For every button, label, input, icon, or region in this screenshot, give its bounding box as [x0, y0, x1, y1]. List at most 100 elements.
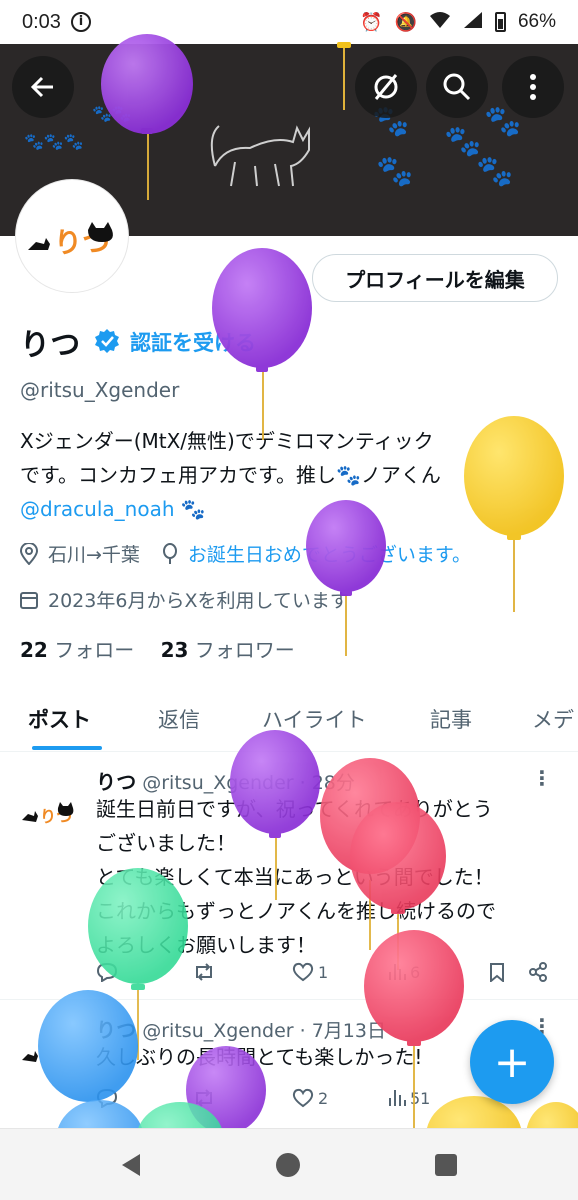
bookmark-button[interactable] [488, 962, 506, 982]
post-handle-time: @ritsu_Xgender · 28分 [142, 772, 355, 794]
views-chart-icon [389, 964, 406, 980]
post-handle-time: @ritsu_Xgender · 7月13日 [142, 1020, 386, 1042]
following-label: フォロー [54, 638, 135, 662]
bio-line: です。コンカフェ用アカです。推し🐾ノアくん [20, 463, 441, 487]
more-vertical-icon [530, 74, 536, 100]
profile-meta-joined: 2023年6月からXを利用しています [20, 586, 349, 613]
status-time: 0:03 [22, 10, 61, 33]
tab-posts[interactable]: ポスト [28, 704, 91, 734]
sync-off-icon [374, 74, 398, 100]
balloon-icon [162, 542, 177, 564]
sync-button[interactable] [355, 56, 417, 118]
repost-button[interactable] [192, 962, 216, 982]
more-button[interactable] [502, 56, 564, 118]
repost-icon [196, 963, 212, 981]
share-button[interactable] [528, 962, 548, 982]
active-tab-indicator [32, 746, 102, 750]
edit-profile-button[interactable]: プロフィールを編集 [312, 254, 558, 302]
followers-count: 23 [160, 638, 189, 662]
location-pin-icon [20, 542, 38, 565]
status-bar: 0:03 i ⏰ 🔕 66% [0, 0, 578, 44]
paw-icon: 🐾 [476, 154, 514, 189]
tab-replies[interactable]: 返信 [158, 704, 200, 734]
profile-name: りつ [20, 328, 81, 363]
bio-paw: 🐾 [180, 497, 206, 521]
follow-stats: 22 フォロー 23 フォロワー [20, 634, 295, 663]
share-icon [529, 962, 547, 982]
post-author: りつ [96, 1018, 137, 1042]
post-header: りつ @ritsu_Xgender · 28分 [96, 766, 355, 795]
reply-button[interactable] [96, 962, 118, 982]
post-text: 誕生日前日ですが、祝ってくれてありがとう ございました！ とても楽しくて本当にあ… [96, 792, 556, 962]
reply-button[interactable] [96, 1088, 118, 1108]
post-line: 誕生日前日ですが、祝ってくれてありがとう [96, 797, 493, 821]
alarm-icon: ⏰ [360, 11, 383, 33]
repost-icon [196, 1089, 212, 1107]
heart-icon [292, 1088, 314, 1108]
post-item[interactable]: りつ りつ @ritsu_Xgender · 28分 ⋮ 誕生日前日ですが、祝っ… [0, 752, 578, 1000]
profile-avatar[interactable]: り つ [16, 180, 128, 292]
cat-drawing-icon [210, 125, 310, 187]
search-button[interactable] [426, 56, 488, 118]
tab-highlights[interactable]: ハイライト [262, 704, 367, 734]
joined-text: 2023年6月からXを利用しています [48, 590, 349, 612]
followers-link[interactable]: 23 フォロワー [161, 638, 295, 662]
view-count: 51 [410, 1088, 431, 1108]
search-icon [443, 73, 471, 101]
back-arrow-icon [30, 76, 53, 98]
following-link[interactable]: 22 フォロー [20, 638, 134, 662]
view-count: 6 [410, 962, 421, 982]
avatar-logo-icon: り つ [28, 222, 113, 256]
tab-media[interactable]: メデ [532, 704, 574, 734]
post-header: りつ @ritsu_Xgender · 7月13日 [96, 1014, 386, 1043]
back-button[interactable] [12, 56, 74, 118]
info-icon: i [70, 12, 91, 32]
battery-percent: 66% [517, 11, 556, 32]
compose-post-button[interactable]: + [470, 1020, 554, 1104]
like-button[interactable]: 1 [292, 962, 328, 982]
verified-badge-icon [95, 329, 119, 353]
svg-text:り: り [54, 226, 82, 256]
followers-label: フォロワー [194, 638, 295, 662]
profile-tabs: ポスト 返信 ハイライト 記事 メデ [0, 696, 578, 752]
heart-icon [292, 962, 314, 982]
reply-icon [96, 962, 118, 982]
bio-line: Xジェンダー(MtX/無性)でデミロマンティック [20, 429, 434, 453]
mute-icon: 🔕 [394, 11, 417, 33]
signal-icon [463, 11, 483, 34]
post-author: りつ [96, 770, 137, 794]
views-button[interactable]: 6 [388, 962, 420, 982]
battery-icon [494, 12, 506, 32]
like-count: 1 [318, 962, 329, 982]
back-nav-icon[interactable] [118, 1151, 146, 1179]
bookmark-icon [490, 963, 504, 982]
profile-bio: Xジェンダー(MtX/無性)でデミロマンティック です。コンカフェ用アカです。推… [20, 424, 540, 526]
post-line: よろしくお願いします！ [96, 933, 316, 957]
post-line: ございました！ [96, 831, 236, 855]
bio-mention-link[interactable]: @dracula_noah [20, 497, 175, 521]
wifi-icon [429, 11, 451, 34]
location-text: 石川→千葉 [48, 544, 140, 566]
post-avatar[interactable]: りつ [20, 776, 76, 832]
reply-icon [96, 1088, 118, 1108]
home-nav-icon[interactable] [274, 1151, 302, 1179]
birthday-link[interactable]: お誕生日おめでとうございます。 [188, 540, 471, 567]
tab-articles[interactable]: 記事 [430, 704, 472, 734]
post-line: これからもずっとノアくんを推し続けるので [96, 899, 496, 923]
profile-handle: @ritsu_Xgender [20, 378, 180, 402]
system-navigation-bar [0, 1128, 578, 1200]
post-more-button[interactable]: ⋮ [532, 766, 552, 790]
views-button[interactable]: 51 [388, 1088, 430, 1108]
recents-nav-icon[interactable] [432, 1151, 460, 1179]
post-avatar[interactable] [20, 1020, 76, 1076]
repost-button[interactable] [192, 1088, 216, 1108]
paw-trail-icon: 🐾🐾🐾 [24, 132, 84, 151]
following-count: 22 [20, 638, 48, 662]
profile-meta-location: 石川→千葉 お誕生日おめでとうございます。 [20, 540, 471, 567]
post-line: とても楽しくて本当にあっという間でした！ [96, 865, 494, 889]
paw-icon: 🐾 [376, 154, 414, 189]
like-button[interactable]: 2 [292, 1088, 328, 1108]
views-chart-icon [389, 1090, 406, 1106]
get-verified-link[interactable]: 認証を受ける [130, 327, 256, 357]
like-count: 2 [318, 1088, 329, 1108]
